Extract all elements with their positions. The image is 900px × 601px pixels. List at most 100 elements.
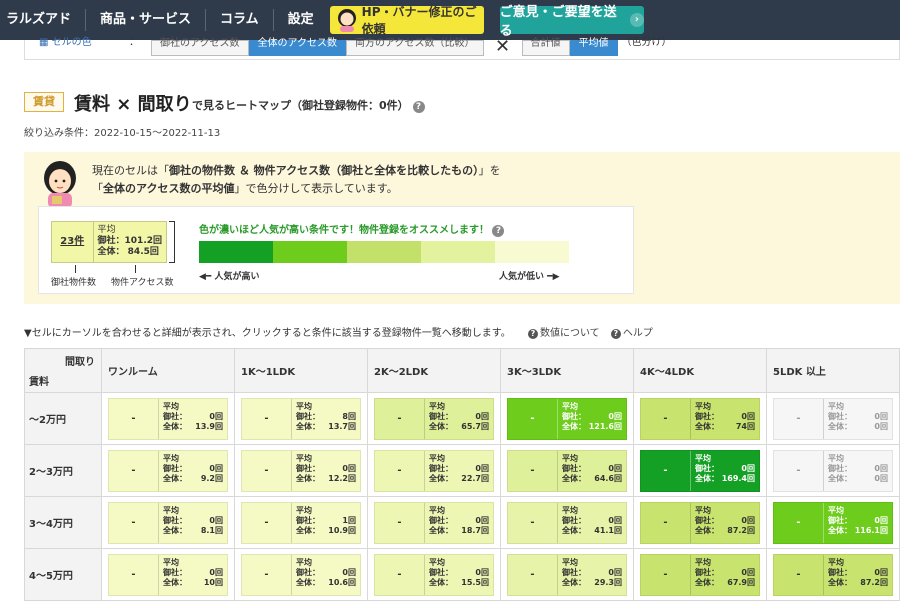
cell-own-label: 御社： [163, 463, 187, 473]
all-access-button[interactable]: 全体のアクセス数 [248, 39, 346, 56]
cell-all-label: 全体： [296, 473, 320, 483]
help-link[interactable]: ? ヘルプ [610, 328, 653, 339]
cell-own-value: 0回 [741, 411, 755, 421]
heatmap-cell[interactable]: - 平均 御社： 8回 全体： 13.7回 [241, 397, 361, 440]
heatmap-cell[interactable]: - 平均 御社： 0回 全体： 74回 [640, 397, 760, 440]
legend-tick-access [135, 265, 136, 273]
heatmap-cell-container: - 平均 御社： 0回 全体： 121.6回 [500, 392, 634, 445]
heatmap-cell[interactable]: - 平均 御社： 0回 全体： 29.3回 [507, 553, 627, 596]
cell-all-label: 全体： [562, 525, 586, 535]
heatmap-cell-container: - 平均 御社： 0回 全体： 0回 [766, 392, 900, 445]
cell-average: 平均 御社： 0回 全体： 8.1回 [159, 503, 227, 543]
cell-all-label: 全体： [562, 473, 586, 483]
heatmap-cell-container: - 平均 御社： 1回 全体： 10.9回 [234, 496, 368, 549]
cell-all-value: 10回 [203, 577, 223, 587]
row-header: 3～4万円 [24, 496, 102, 549]
cell-own-value: 0回 [342, 567, 356, 577]
table-corner: 間取り 賃料 [24, 348, 102, 393]
heatmap-cell[interactable]: - 平均 御社： 0回 全体： 10回 [108, 553, 228, 596]
question-icon: ? [527, 329, 538, 339]
heatmap-cell[interactable]: - 平均 御社： 0回 全体： 22.7回 [374, 449, 494, 492]
cell-count: - [242, 450, 292, 491]
cell-average: 平均 御社： 0回 全体： 87.2回 [691, 503, 759, 543]
cell-average-title: 平均 [163, 557, 179, 567]
cell-average-title: 平均 [163, 401, 179, 411]
heatmap-cell[interactable]: - 平均 御社： 0回 全体： 0回 [773, 397, 893, 440]
heatmap-cell[interactable]: - 平均 御社： 0回 全体： 12.2回 [241, 449, 361, 492]
cell-average: 平均 御社： 0回 全体： 18.7回 [425, 503, 493, 543]
cell-average-title: 平均 [562, 505, 578, 515]
heatmap-cell[interactable]: - 平均 御社： 0回 全体： 121.6回 [507, 397, 627, 440]
table-row: ～2万円 - 平均 御社： 0回 全体： 13.9回 - 平均 御社： 8回 全体： 13.7回 - 平均御… [24, 392, 900, 445]
arrow-left-icon: ◀━ [199, 272, 215, 282]
heatmap-cell[interactable]: - 平均 御社： 0回 全体： 169.4回 [640, 449, 760, 492]
heatmap-cell[interactable]: - 平均 御社： 0回 全体： 67.9回 [640, 553, 760, 596]
both-access-compare-button[interactable]: 両方のアクセス数（比較） [346, 39, 484, 56]
heatmap-cell[interactable]: - 平均 御社： 0回 全体： 13.9回 [108, 397, 228, 440]
help-icon[interactable]: ? [492, 225, 505, 237]
cell-own-label: 御社： [163, 515, 187, 525]
cell-all-label: 全体： [828, 525, 852, 535]
heatmap-cell[interactable]: - 平均 御社： 0回 全体： 10.6回 [241, 553, 361, 596]
total-value-button[interactable]: 合計値 [521, 39, 570, 56]
cell-average-title: 平均 [828, 453, 844, 463]
cell-own-label: 御社： [562, 463, 586, 473]
feedback-request-button[interactable]: ご意見・ご要望を送る › [499, 5, 644, 39]
close-icon[interactable]: ✕ [484, 38, 522, 56]
heatmap-cell[interactable]: - 平均 御社： 0回 全体： 65.7回 [374, 397, 494, 440]
nav-column[interactable]: コラム [206, 9, 274, 31]
cell-count: - [375, 450, 425, 491]
column-header: 3K～3LDK [500, 348, 634, 393]
cell-average: 平均 御社： 0回 全体： 87.2回 [824, 555, 892, 595]
cell-all-label: 全体： [296, 421, 320, 431]
cell-all-label: 全体： [695, 421, 719, 431]
logo[interactable]: ラルズアド [0, 9, 87, 31]
help-icon[interactable]: ? [412, 101, 425, 113]
heatmap-cell[interactable]: - 平均 御社： 0回 全体： 9.2回 [108, 449, 228, 492]
banner-fix-request-button[interactable]: HP・バナー修正のご依頼 [329, 5, 484, 36]
cell-count: - [774, 398, 824, 439]
heatmap-cell[interactable]: - 平均 御社： 1回 全体： 10.9回 [241, 501, 361, 544]
heatmap-cell-container: - 平均 御社： 0回 全体： 9.2回 [101, 444, 235, 497]
cell-own-value: 0回 [608, 567, 622, 577]
heatmap-cell[interactable]: - 平均 御社： 0回 全体： 41.1回 [507, 501, 627, 544]
cell-all-label: 全体： [296, 525, 320, 535]
girl-avatar-icon [336, 8, 358, 32]
heatmap-cell[interactable]: - 平均 御社： 0回 全体： 15.5回 [374, 553, 494, 596]
cell-average: 平均 御社： 0回 全体： 64.6回 [558, 451, 626, 491]
cell-own-value: 0回 [874, 463, 888, 473]
heatmap-cell[interactable]: - 平均 御社： 0回 全体： 18.7回 [374, 501, 494, 544]
average-value-button[interactable]: 平均値 [569, 39, 618, 56]
column-header: 4K～4LDK [633, 348, 767, 393]
heatmap-cell[interactable]: - 平均 御社： 0回 全体： 8.1回 [108, 501, 228, 544]
own-access-button[interactable]: 御社のアクセス数 [151, 39, 249, 56]
cell-count: - [641, 450, 691, 491]
cell-own-value: 0回 [608, 411, 622, 421]
heatmap-cell[interactable]: - 平均 御社： 0回 全体： 0回 [773, 449, 893, 492]
cell-average-title: 平均 [429, 453, 445, 463]
scale-step-2 [273, 241, 347, 263]
nav-products-services[interactable]: 商品・サービス [86, 9, 207, 31]
nav-settings[interactable]: 設定 [274, 9, 328, 31]
cell-average-title: 平均 [296, 505, 312, 515]
heatmap-cell[interactable]: - 平均 御社： 0回 全体： 87.2回 [773, 553, 893, 596]
cell-average: 平均 御社： 0回 全体： 13.9回 [159, 399, 227, 439]
cell-all-value: 116.1回 [854, 525, 888, 535]
about-values-link[interactable]: ? 数値について [527, 328, 600, 339]
scale-step-3 [347, 241, 421, 263]
cell-own-value: 0回 [209, 515, 223, 525]
heatmap-cell[interactable]: - 平均 御社： 0回 全体： 116.1回 [773, 501, 893, 544]
heatmap-cell-container: - 平均 御社： 0回 全体： 0回 [766, 444, 900, 497]
cell-own-label: 御社： [296, 515, 320, 525]
cell-own-label: 御社： [296, 567, 320, 577]
heatmap-cell[interactable]: - 平均 御社： 0回 全体： 87.2回 [640, 501, 760, 544]
cell-average-title: 平均 [828, 505, 844, 515]
heatmap-cell-container: - 平均 御社： 8回 全体： 13.7回 [234, 392, 368, 445]
table-row: 4～5万円 - 平均 御社： 0回 全体： 10回 - 平均 御社： 0回 全体： 10.6回 - 平均 御社… [24, 548, 900, 601]
cell-count: - [109, 502, 159, 543]
cell-own-value: 0回 [209, 463, 223, 473]
legend-label-count: 御社物件数 [51, 278, 97, 288]
cell-all-value: 74回 [735, 421, 755, 431]
cell-average-title: 平均 [429, 401, 445, 411]
heatmap-cell[interactable]: - 平均 御社： 0回 全体： 64.6回 [507, 449, 627, 492]
